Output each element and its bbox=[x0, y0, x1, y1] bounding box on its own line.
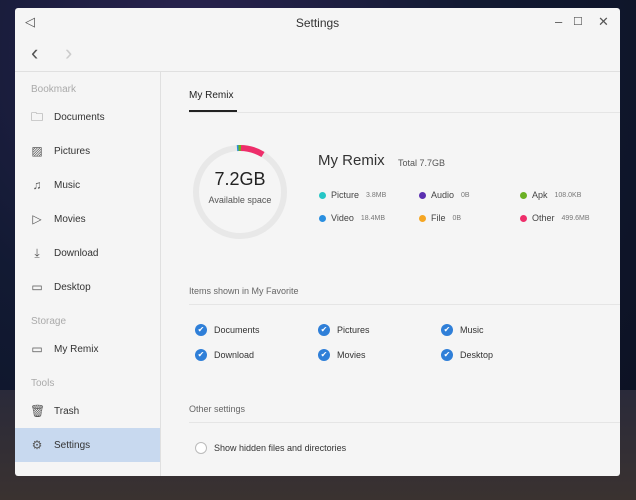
favorite-checkbox-download[interactable]: ✔ Download bbox=[195, 349, 254, 361]
section-bookmark: Bookmark bbox=[31, 84, 77, 95]
available-size: 7.2GB bbox=[214, 169, 266, 189]
sidebar-item-label: Movies bbox=[54, 213, 86, 225]
available-label: Available space bbox=[208, 195, 272, 205]
legend-label: Apk bbox=[532, 190, 548, 200]
checkmark-icon[interactable]: ✔ bbox=[441, 324, 453, 336]
sidebar-item-pictures[interactable]: ▨ Pictures bbox=[15, 134, 160, 168]
sidebar-item-download[interactable]: ⤓ Download bbox=[15, 236, 160, 270]
other-settings-heading: Other settings bbox=[189, 404, 246, 414]
desktop-icon: ▭ bbox=[31, 280, 43, 294]
settings-window: ◁ Settings – ☐ ✕ ‹ › Bookmark 🗀 Documents… bbox=[15, 8, 620, 476]
sidebar-item-desktop[interactable]: ▭ Desktop bbox=[15, 270, 160, 304]
legend-label: Other bbox=[532, 213, 555, 223]
legend-apk: Apk 108.0KB bbox=[520, 190, 581, 200]
tab-divider bbox=[189, 112, 620, 113]
sidebar-item-documents[interactable]: 🗀 Documents bbox=[15, 100, 160, 134]
legend-value: 3.8MB bbox=[366, 191, 387, 199]
window-title: Settings bbox=[295, 16, 340, 30]
usage-arc-other bbox=[239, 145, 265, 158]
sidebar-item-movies[interactable]: ▷ Movies bbox=[15, 202, 160, 236]
legend-audio: Audio 0B bbox=[419, 190, 470, 200]
disk-total: Total 7.7GB bbox=[398, 158, 446, 168]
tab-my-remix[interactable]: My Remix bbox=[189, 90, 233, 101]
legend-value: 0B bbox=[452, 214, 462, 222]
divider bbox=[189, 304, 620, 305]
favorite-checkbox-documents[interactable]: ✔ Documents bbox=[195, 324, 260, 336]
legend-dot bbox=[520, 191, 527, 199]
checkbox-label: Download bbox=[214, 350, 255, 360]
disk-usage-ring bbox=[193, 144, 287, 239]
show-hidden-files-option[interactable]: Show hidden files and directories bbox=[195, 442, 346, 454]
forward-button[interactable]: › bbox=[65, 40, 72, 66]
sidebar-item-label: My Remix bbox=[54, 343, 99, 355]
checkbox-label: Desktop bbox=[460, 350, 494, 360]
sidebar-item-label: Music bbox=[54, 179, 81, 191]
legend-picture: Picture 3.8MB bbox=[319, 190, 386, 200]
checkmark-icon[interactable]: ✔ bbox=[195, 324, 207, 336]
section-storage: Storage bbox=[31, 316, 67, 327]
checkmark-icon[interactable]: ✔ bbox=[441, 349, 453, 361]
disk-name: My Remix bbox=[318, 152, 385, 169]
favorite-checkbox-pictures[interactable]: ✔ Pictures bbox=[318, 324, 370, 336]
maximize-icon[interactable]: ☐ bbox=[573, 15, 583, 28]
sidebar: Bookmark 🗀 Documents ▨ Pictures ♫ Music ▷ Mo… bbox=[15, 72, 161, 476]
play-icon: ▷ bbox=[32, 212, 42, 226]
legend-dot bbox=[319, 191, 326, 199]
sidebar-item-label: Download bbox=[54, 247, 99, 259]
title-bar: ◁ Settings – ☐ ✕ bbox=[15, 8, 620, 36]
checkbox-label: Music bbox=[460, 325, 484, 335]
favorite-checkbox-desktop[interactable]: ✔ Desktop bbox=[441, 349, 493, 361]
monitor-icon: ▭ bbox=[31, 342, 43, 356]
back-button[interactable]: ‹ bbox=[31, 40, 38, 66]
gear-icon: ⚙ bbox=[31, 438, 43, 452]
sidebar-item-label: Documents bbox=[54, 111, 105, 123]
legend-value: 499.6MB bbox=[561, 214, 590, 222]
favorite-checkbox-music[interactable]: ✔ Music bbox=[441, 324, 484, 336]
legend-video: Video 18.4MB bbox=[319, 213, 385, 223]
checkbox-label: Documents bbox=[214, 325, 260, 335]
folder-icon: 🗀 bbox=[30, 110, 43, 124]
sidebar-item-label: Settings bbox=[54, 439, 91, 451]
legend-dot bbox=[520, 214, 527, 222]
legend-dot bbox=[319, 214, 326, 222]
option-label: Show hidden files and directories bbox=[214, 443, 347, 453]
legend-label: File bbox=[431, 213, 446, 223]
legend-label: Audio bbox=[431, 190, 455, 200]
divider bbox=[189, 422, 620, 423]
radio-button[interactable] bbox=[195, 442, 207, 454]
sidebar-item-trash[interactable]: 🗑 Trash bbox=[15, 394, 160, 428]
section-tools: Tools bbox=[31, 378, 55, 389]
sidebar-item-label: Trash bbox=[54, 405, 80, 417]
legend-value: 0B bbox=[461, 191, 470, 199]
sidebar-item-my-remix[interactable]: ▭ My Remix bbox=[15, 332, 160, 366]
minimize-icon[interactable]: – bbox=[555, 14, 562, 29]
sidebar-item-music[interactable]: ♫ Music bbox=[15, 168, 160, 202]
checkmark-icon[interactable]: ✔ bbox=[318, 324, 330, 336]
legend-other: Other 499.6MB bbox=[520, 213, 590, 223]
legend-label: Picture bbox=[331, 190, 360, 200]
main-panel: My Remix 7.2GB Available space My Remix … bbox=[162, 72, 620, 476]
favorite-checkbox-movies[interactable]: ✔ Movies bbox=[318, 349, 366, 361]
legend-value: 108.0KB bbox=[554, 191, 582, 199]
music-icon: ♫ bbox=[32, 178, 42, 192]
checkmark-icon[interactable]: ✔ bbox=[318, 349, 330, 361]
favorite-heading: Items shown in My Favorite bbox=[189, 286, 299, 296]
legend-value: 18.4MB bbox=[360, 214, 385, 222]
close-icon[interactable]: ✕ bbox=[598, 14, 609, 30]
checkmark-icon[interactable]: ✔ bbox=[195, 349, 207, 361]
checkbox-label: Pictures bbox=[337, 325, 370, 335]
sidebar-item-label: Desktop bbox=[54, 281, 91, 293]
nav-bar: ‹ › bbox=[15, 36, 620, 72]
legend-file: File 0B bbox=[419, 213, 461, 223]
sidebar-item-label: Pictures bbox=[54, 145, 91, 157]
sidebar-item-settings[interactable]: ⚙ Settings bbox=[15, 428, 160, 462]
legend-dot bbox=[419, 191, 426, 199]
image-icon: ▨ bbox=[31, 144, 43, 158]
legend-dot bbox=[419, 214, 426, 222]
download-icon: ⤓ bbox=[34, 246, 40, 260]
trash-icon: 🗑 bbox=[30, 404, 46, 418]
legend-label: Video bbox=[331, 213, 354, 223]
checkbox-label: Movies bbox=[337, 350, 366, 360]
